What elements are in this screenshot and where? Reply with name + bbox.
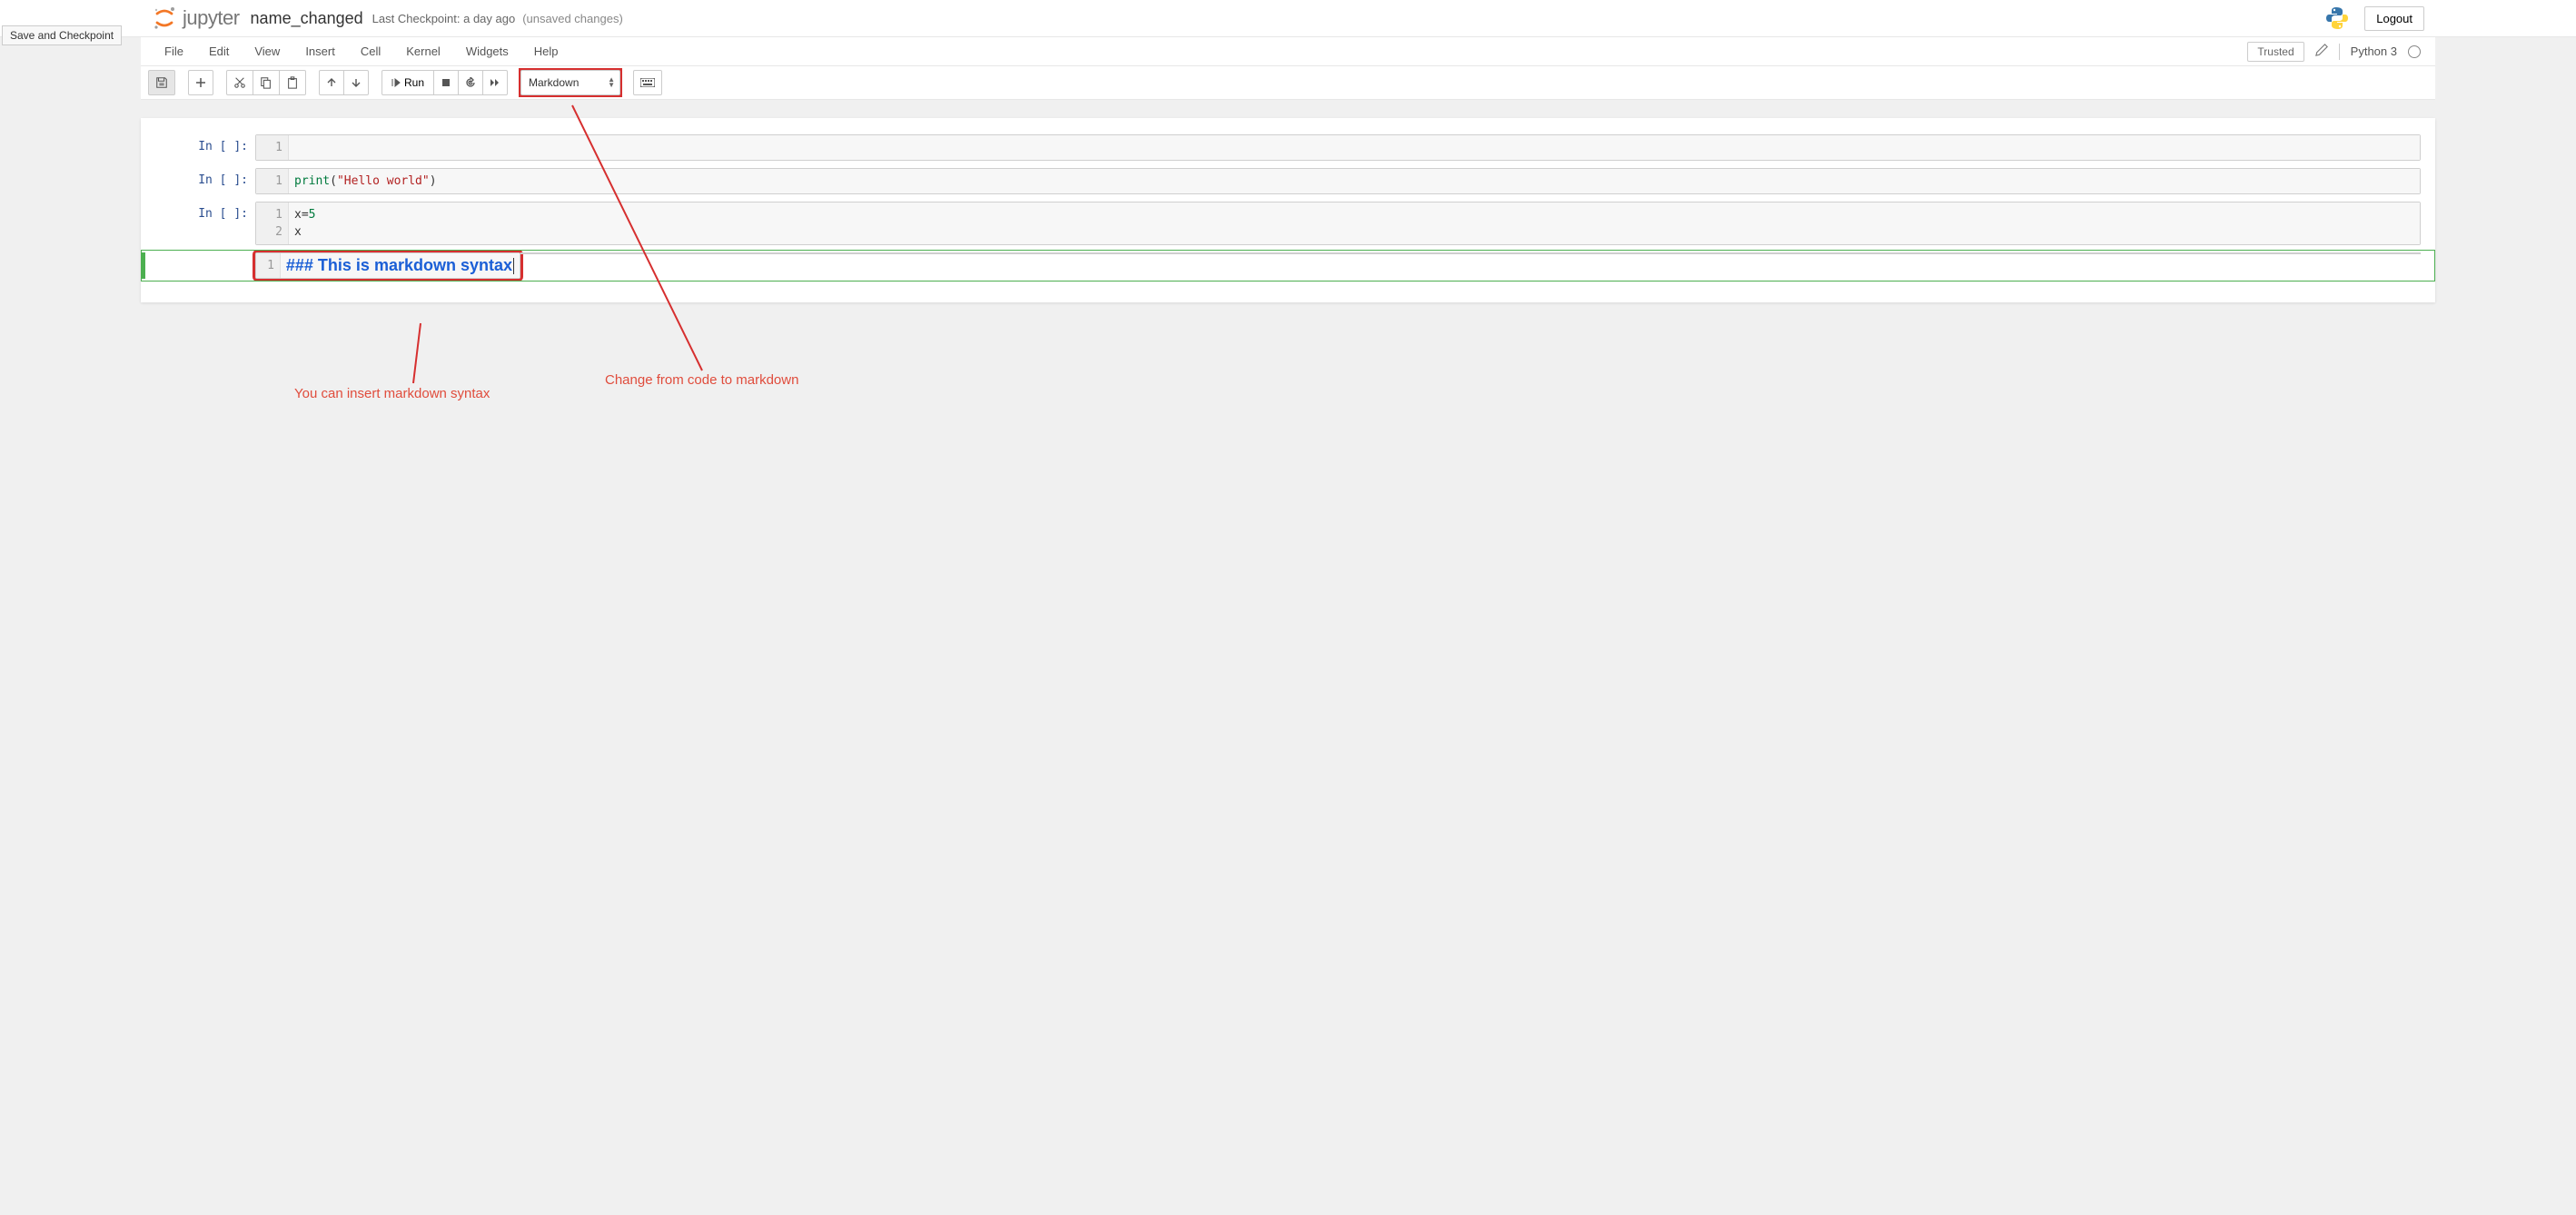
notebook-name[interactable]: name_changed — [251, 9, 363, 28]
code-content[interactable]: x=5 x — [289, 202, 2420, 244]
line-gutter: 1 — [256, 169, 289, 193]
annotation-text-1: Change from code to markdown — [605, 372, 798, 388]
notebook-container: In [ ]:1In [ ]:1print("Hello world")In [… — [141, 118, 2435, 302]
paste-button[interactable] — [279, 70, 306, 95]
annotation-text-2: You can insert markdown syntax — [294, 386, 490, 401]
annotation-line-2 — [404, 323, 441, 387]
checkpoint-text: Last Checkpoint: a day ago — [372, 12, 516, 25]
kernel-name[interactable]: Python 3 — [2351, 44, 2397, 58]
code-cell[interactable]: In [ ]:1 — [155, 134, 2421, 161]
jupyter-text: jupyter — [183, 6, 240, 30]
kernel-status-icon — [2408, 45, 2421, 58]
menu-item-view[interactable]: View — [242, 37, 292, 65]
restart-button[interactable] — [458, 70, 483, 95]
menubar: FileEditViewInsertCellKernelWidgetsHelp … — [141, 37, 2435, 66]
cell-input[interactable]: 12x=5 x — [255, 202, 2421, 245]
cell-prompt — [155, 252, 255, 258]
command-palette-button[interactable] — [633, 70, 662, 95]
tooltip-save-checkpoint: Save and Checkpoint — [2, 25, 122, 45]
interrupt-button[interactable] — [433, 70, 459, 95]
cell-type-dropdown[interactable]: Markdown ▲▼ — [520, 70, 620, 95]
code-content[interactable]: ### This is markdown syntax — [281, 253, 520, 278]
run-label: Run — [404, 76, 424, 89]
line-gutter: 12 — [256, 202, 289, 244]
save-button[interactable] — [148, 70, 175, 95]
markdown-cell[interactable]: 1### This is markdown syntax — [155, 252, 2421, 279]
cell-input-continuation[interactable] — [520, 252, 2421, 254]
line-gutter: 1 — [256, 253, 281, 278]
cell-input[interactable]: 1### This is markdown syntax — [255, 252, 520, 279]
copy-button[interactable] — [253, 70, 280, 95]
add-cell-button[interactable] — [188, 70, 213, 95]
header: jupyter name_changed Last Checkpoint: a … — [0, 0, 2576, 37]
cursor — [513, 258, 514, 274]
menu-item-file[interactable]: File — [152, 37, 196, 65]
code-content[interactable]: print("Hello world") — [289, 169, 2420, 193]
toolbar: Run Markdown ▲▼ — [141, 66, 2435, 100]
python-icon — [2324, 5, 2350, 31]
code-content[interactable] — [289, 135, 2420, 160]
move-down-button[interactable] — [343, 70, 369, 95]
menu-item-widgets[interactable]: Widgets — [453, 37, 521, 65]
menu-item-help[interactable]: Help — [521, 37, 571, 65]
cell-prompt: In [ ]: — [155, 134, 255, 153]
code-cell[interactable]: In [ ]:1print("Hello world") — [155, 168, 2421, 194]
line-gutter: 1 — [256, 135, 289, 160]
logout-button[interactable]: Logout — [2364, 6, 2424, 31]
cell-input[interactable]: 1 — [255, 134, 2421, 161]
menu-item-edit[interactable]: Edit — [196, 37, 242, 65]
menu-item-kernel[interactable]: Kernel — [393, 37, 453, 65]
trusted-button[interactable]: Trusted — [2247, 42, 2304, 62]
pencil-icon[interactable] — [2315, 44, 2328, 59]
cell-prompt: In [ ]: — [155, 168, 255, 187]
move-up-button[interactable] — [319, 70, 344, 95]
restart-run-all-button[interactable] — [482, 70, 508, 95]
autosave-text: (unsaved changes) — [522, 12, 623, 25]
jupyter-logo[interactable]: jupyter — [152, 5, 240, 31]
divider — [2339, 44, 2340, 60]
run-button[interactable]: Run — [381, 70, 434, 95]
menu-item-cell[interactable]: Cell — [348, 37, 393, 65]
code-cell[interactable]: In [ ]:12x=5 x — [155, 202, 2421, 245]
cell-input[interactable]: 1print("Hello world") — [255, 168, 2421, 194]
cell-type-value: Markdown — [529, 76, 579, 89]
cut-button[interactable] — [226, 70, 253, 95]
cell-prompt: In [ ]: — [155, 202, 255, 221]
menu-item-insert[interactable]: Insert — [292, 37, 348, 65]
